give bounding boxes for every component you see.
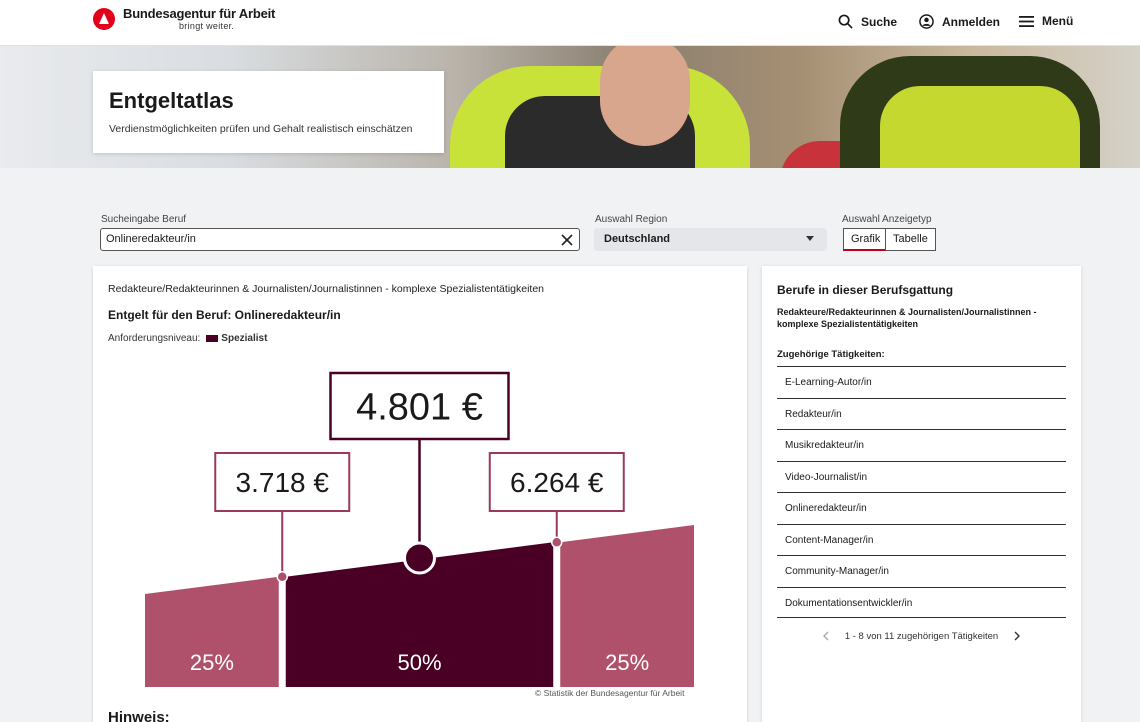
menu-button[interactable]: Menü [1019, 14, 1073, 28]
chevron-down-icon [806, 236, 814, 241]
region-select[interactable]: Deutschland [594, 228, 827, 251]
logo-name: Bundesagentur für Arbeit [123, 6, 276, 21]
median-marker-dot [403, 541, 436, 575]
occupation-category: Redakteure/Redakteurinnen & Journalisten… [108, 283, 545, 295]
salary-value-label: 3.718 € [236, 467, 330, 498]
activity-item[interactable]: Video-Journalist/in [777, 460, 1066, 493]
chart-credit: © Statistik der Bundesagentur für Arbeit [535, 688, 685, 698]
activity-item[interactable]: Musikredakteur/in [777, 429, 1066, 461]
salary-value-label: 4.801 € [356, 387, 483, 429]
hero-card: Entgeltatlas Verdienstmöglichkeiten prüf… [93, 71, 444, 153]
related-jobs-subtitle: Redakteure/Redakteurinnen & Journalisten… [777, 307, 1037, 329]
job-search-label: Sucheingabe Beruf [101, 214, 187, 225]
display-type-label: Auswahl Anzeigetyp [842, 214, 932, 225]
page-subtitle: Verdienstmöglichkeiten prüfen und Gehalt… [109, 123, 413, 135]
pagination-text: 1 - 8 von 11 zugehörigen Tätigkeiten [844, 630, 999, 642]
pagination: 1 - 8 von 11 zugehörigen Tätigkeiten [777, 629, 1066, 643]
quartile-marker-dot [551, 536, 563, 548]
activity-item[interactable]: Dokumentationsentwickler/in [777, 586, 1066, 618]
related-jobs-title: Berufe in dieser Berufsgattung [777, 283, 954, 297]
segment-share-label: 25% [605, 650, 649, 675]
search-icon [838, 14, 853, 29]
clear-icon[interactable] [560, 233, 574, 247]
next-page-icon[interactable] [1008, 629, 1026, 643]
salary-title: Entgelt für den Beruf: Onlineredakteur/i… [108, 308, 341, 322]
page-title: Entgeltatlas [109, 88, 234, 113]
legend-swatch [206, 335, 219, 342]
logo-slogan: bringt weiter. [179, 21, 235, 31]
hero-photo-head [600, 46, 690, 146]
region-label: Auswahl Region [595, 214, 668, 225]
requirement-level-label: Anforderungsniveau: [108, 333, 201, 344]
hero-photo-vest-2 [880, 86, 1080, 168]
user-icon [919, 14, 934, 29]
requirement-level: Anforderungsniveau: Spezialist [108, 333, 267, 344]
activity-item[interactable]: Redakteur/in [777, 397, 1066, 430]
logo[interactable]: Bundesagentur für Arbeit bringt weiter. [93, 7, 275, 31]
ba-logo-icon [93, 8, 115, 30]
activities-list: E-Learning-Autor/in Redakteur/in Musikreda… [777, 366, 1066, 618]
related-jobs-card: Berufe in dieser Berufsgattung Redakteur… [762, 266, 1081, 722]
login-button[interactable]: Anmelden [919, 14, 1000, 29]
salary-card: Redakteure/Redakteurinnen & Journalisten… [93, 266, 747, 722]
salary-chart: 25% 50% 25% 3.718 € 4.801 € 6.264 € [145, 371, 694, 687]
hint-heading: Hinweis: [108, 709, 170, 722]
activities-label: Zugehörige Tätigkeiten: [777, 349, 885, 360]
segment-share-label: 25% [190, 650, 234, 675]
search-label: Suche [861, 14, 898, 29]
salary-value-label: 6.264 € [510, 467, 604, 498]
quartile-marker-dot [276, 571, 288, 583]
login-label: Anmelden [942, 14, 1001, 29]
tab-grafik[interactable]: Grafik [843, 228, 889, 251]
activity-item[interactable]: Content-Manager/in [777, 523, 1066, 556]
menu-label: Menü [1042, 14, 1074, 28]
requirement-level-value: Spezialist [221, 333, 268, 344]
activity-item[interactable]: E-Learning-Autor/in [777, 366, 1066, 398]
activity-item[interactable]: Onlineredakteur/in [777, 492, 1066, 524]
segment-share-label: 50% [397, 650, 441, 675]
top-bar: Bundesagentur für Arbeit bringt weiter. … [0, 0, 1140, 46]
job-search-input[interactable]: Onlineredakteur/in [100, 228, 580, 251]
search-button[interactable]: Suche [838, 14, 897, 29]
hamburger-menu-icon [1019, 15, 1034, 27]
prev-page-icon[interactable] [817, 629, 835, 643]
activity-item[interactable]: Community-Manager/in [777, 555, 1066, 587]
tab-tabelle[interactable]: Tabelle [885, 228, 936, 251]
